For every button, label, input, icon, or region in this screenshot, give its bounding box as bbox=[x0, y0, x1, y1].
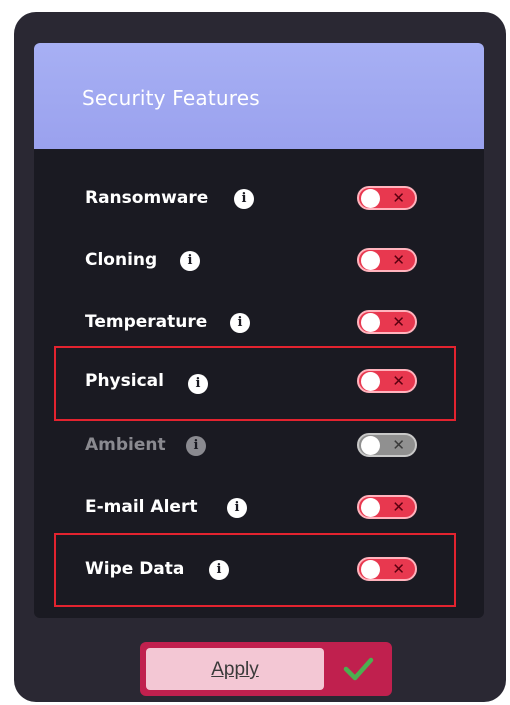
info-icon[interactable]: i bbox=[180, 251, 200, 271]
info-icon: i bbox=[186, 436, 206, 456]
panel-title: Security Features bbox=[82, 86, 260, 110]
close-icon: ✕ bbox=[392, 436, 405, 454]
close-icon: ✕ bbox=[392, 251, 405, 269]
feature-label: E-mail Alert bbox=[85, 497, 198, 517]
highlight-box-wipe-data bbox=[54, 533, 456, 607]
toggle-knob bbox=[361, 498, 380, 517]
feature-label: Ambient bbox=[85, 435, 166, 455]
toggle-knob bbox=[361, 436, 380, 455]
panel-header: Security Features bbox=[34, 43, 484, 149]
info-icon[interactable]: i bbox=[234, 189, 254, 209]
close-icon: ✕ bbox=[392, 189, 405, 207]
cloning-toggle[interactable]: ✕ bbox=[357, 248, 417, 272]
apply-button-group: Apply bbox=[140, 642, 392, 696]
feature-row-cloning: Cloning i ✕ bbox=[34, 242, 484, 282]
toggle-knob bbox=[361, 313, 380, 332]
feature-row-ambient: Ambient i ✕ bbox=[34, 427, 484, 467]
apply-button[interactable]: Apply bbox=[146, 648, 324, 690]
toggle-knob bbox=[361, 251, 380, 270]
info-icon[interactable]: i bbox=[230, 313, 250, 333]
email-alert-toggle[interactable]: ✕ bbox=[357, 495, 417, 519]
close-icon: ✕ bbox=[392, 498, 405, 516]
feature-label: Temperature bbox=[85, 312, 208, 332]
checkmark-icon[interactable] bbox=[330, 648, 386, 690]
info-icon[interactable]: i bbox=[227, 498, 247, 518]
feature-row-temperature: Temperature i ✕ bbox=[34, 304, 484, 344]
feature-label: Cloning bbox=[85, 250, 158, 270]
highlight-box-physical bbox=[54, 346, 456, 421]
ambient-toggle: ✕ bbox=[357, 433, 417, 457]
ransomware-toggle[interactable]: ✕ bbox=[357, 186, 417, 210]
toggle-knob bbox=[361, 189, 380, 208]
close-icon: ✕ bbox=[392, 313, 405, 331]
temperature-toggle[interactable]: ✕ bbox=[357, 310, 417, 334]
feature-label: Ransomware bbox=[85, 188, 209, 208]
feature-row-email-alert: E-mail Alert i ✕ bbox=[34, 489, 484, 529]
feature-row-ransomware: Ransomware i ✕ bbox=[34, 180, 484, 220]
